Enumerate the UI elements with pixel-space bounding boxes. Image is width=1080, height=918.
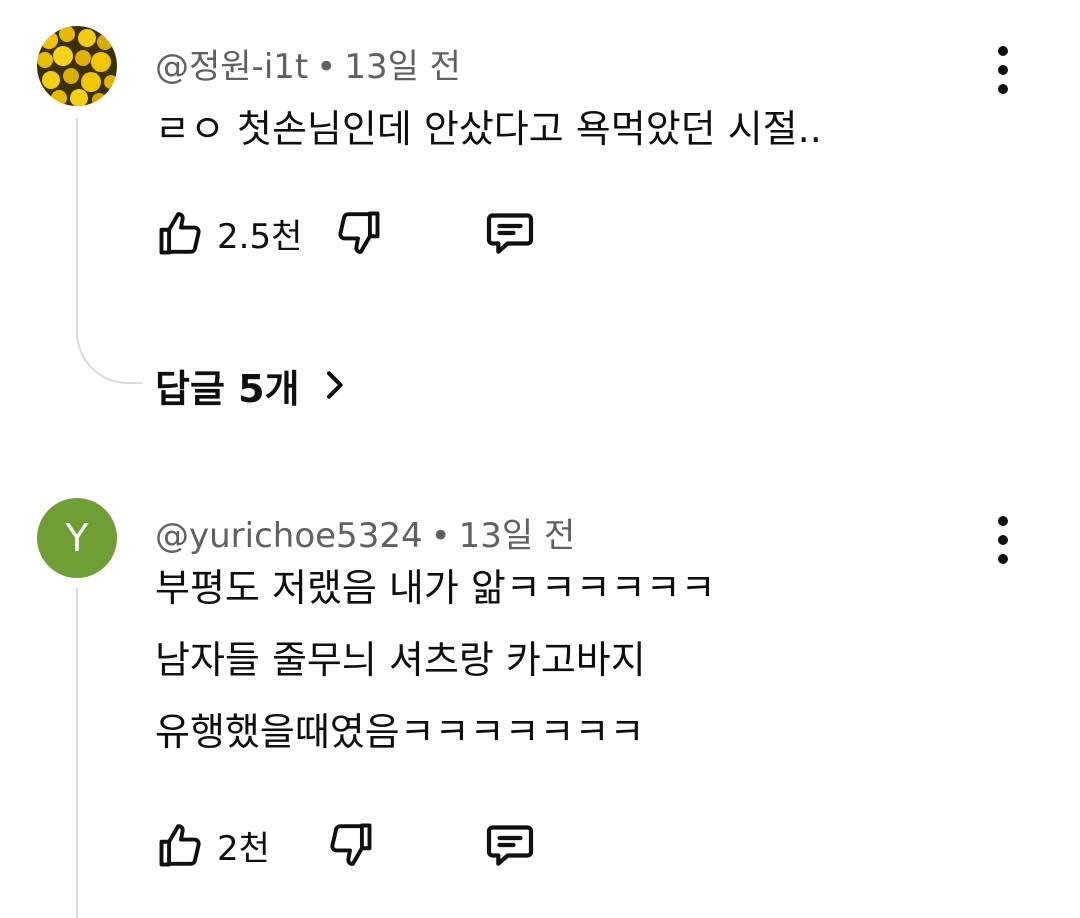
avatar-letter: Y bbox=[65, 516, 89, 560]
comment-text: ㄹㅇ 첫손님인데 안샀다고 욕먹았던 시절.. bbox=[155, 93, 822, 165]
dislike-button[interactable] bbox=[324, 819, 376, 871]
replies-label: 답글 5개 bbox=[155, 366, 300, 411]
comment-author[interactable]: @정원-i1t bbox=[155, 47, 308, 87]
more-vertical-icon bbox=[998, 46, 1008, 56]
comment-text-line: 부평도 저랬음 내가 앎ㅋㅋㅋㅋㅋㅋ bbox=[155, 566, 716, 610]
meta-separator: • bbox=[316, 47, 337, 87]
more-options-button[interactable] bbox=[988, 516, 1018, 564]
thumb-down-icon bbox=[330, 823, 372, 866]
view-replies-button[interactable]: 답글 5개 bbox=[155, 357, 354, 413]
comment-text: 부평도 저랬음 내가 앎ㅋㅋㅋㅋㅋㅋ 남자들 줄무늬 셔츠랑 카고바지 유행했을… bbox=[155, 552, 716, 768]
thumb-up-icon bbox=[159, 212, 201, 255]
comment: Y @yurichoe5324 • 13일 전 부평도 저랬음 내가 앎ㅋㅋㅋㅋㅋㅋ… bbox=[0, 460, 1080, 918]
comment-meta: @yurichoe5324 • 13일 전 bbox=[155, 508, 575, 557]
comment-time: 13일 전 bbox=[344, 47, 461, 87]
comment-time: 13일 전 bbox=[458, 516, 576, 556]
comment: @정원-i1t • 13일 전 ㄹㅇ 첫손님인데 안샀다고 욕먹았던 시절.. 2.… bbox=[0, 0, 1080, 460]
meta-separator: • bbox=[430, 516, 451, 556]
avatar[interactable] bbox=[37, 26, 117, 106]
avatar-flowers-image bbox=[37, 26, 117, 106]
thumb-down-icon bbox=[338, 211, 380, 254]
like-count: 2.5천 bbox=[217, 216, 303, 257]
dislike-button[interactable] bbox=[332, 207, 384, 259]
reply-icon bbox=[487, 213, 534, 254]
more-options-button[interactable] bbox=[988, 46, 1018, 94]
comment-meta: @정원-i1t • 13일 전 bbox=[155, 39, 461, 88]
comment-text-line: 유행했을때였음ㅋㅋㅋㅋㅋㅋㅋ bbox=[155, 710, 645, 754]
comment-actions: 2.5천 bbox=[155, 205, 538, 261]
like-count: 2천 bbox=[217, 828, 270, 869]
more-vertical-icon bbox=[998, 516, 1008, 526]
like-button[interactable]: 2.5천 bbox=[155, 207, 302, 259]
comment-author[interactable]: @yurichoe5324 bbox=[155, 516, 423, 556]
reply-button[interactable] bbox=[482, 205, 538, 261]
comment-actions: 2천 bbox=[155, 817, 538, 873]
reply-button[interactable] bbox=[482, 817, 538, 873]
thread-line bbox=[76, 118, 78, 313]
comment-text-line: 남자들 줄무늬 셔츠랑 카고바지 bbox=[155, 638, 646, 682]
thread-line bbox=[76, 588, 78, 918]
thumb-up-icon bbox=[159, 824, 201, 867]
avatar[interactable]: Y bbox=[37, 498, 117, 578]
thread-curve bbox=[76, 310, 142, 384]
reply-icon bbox=[486, 825, 534, 866]
comment-text-line: ㄹㅇ 첫손님인데 안샀다고 욕먹았던 시절.. bbox=[155, 107, 822, 151]
like-button[interactable]: 2천 bbox=[155, 819, 270, 871]
chevron-right-icon bbox=[326, 371, 343, 399]
